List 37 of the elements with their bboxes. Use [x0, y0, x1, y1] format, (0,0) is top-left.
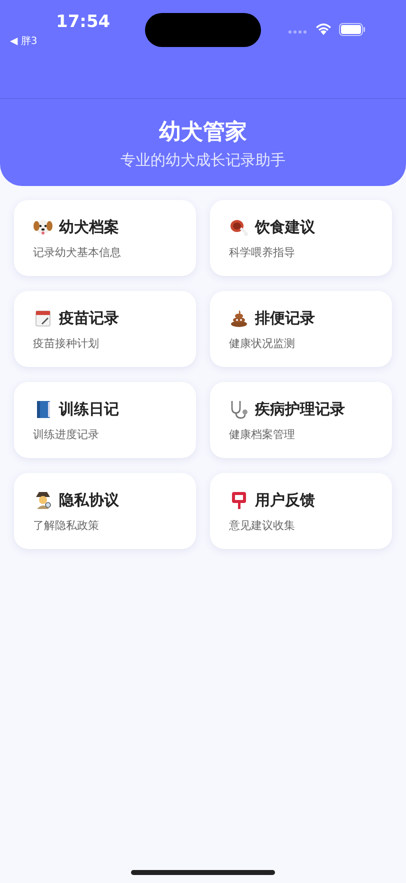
card-title: 疫苗记录: [59, 308, 119, 328]
battery-icon: [339, 23, 366, 36]
card-subtitle: 健康状况监测: [229, 336, 296, 351]
card-title: 隐私协议: [59, 490, 119, 510]
dog-icon: [33, 217, 53, 237]
card-subtitle: 训练进度记录: [33, 427, 100, 442]
card-subtitle: 记录幼犬基本信息: [33, 245, 122, 260]
card-subtitle: 疫苗接种计划: [33, 336, 100, 351]
detective-icon: [33, 490, 53, 510]
meat-icon: [229, 217, 249, 237]
card-subtitle: 了解隐私政策: [33, 518, 100, 533]
menu-card[interactable]: 疫苗记录 疫苗接种计划: [14, 291, 196, 367]
signal-icon: [288, 30, 308, 34]
card-title: 排便记录: [255, 308, 315, 328]
calendar-icon: [33, 308, 53, 328]
menu-card[interactable]: 用户反馈 意见建议收集: [210, 473, 392, 549]
card-title: 幼犬档案: [59, 218, 119, 236]
menu-card[interactable]: 幼犬档案 记录幼犬基本信息: [14, 200, 196, 276]
card-title: 疾病护理记录: [255, 400, 345, 418]
card-subtitle: 健康档案管理: [229, 427, 296, 442]
menu-card[interactable]: 训练日记 训练进度记录: [14, 382, 196, 458]
card-title: 训练日记: [59, 400, 119, 418]
wifi-icon: [315, 22, 332, 35]
menu-card[interactable]: 隐私协议 了解隐私政策: [14, 473, 196, 549]
menu-card[interactable]: 疾病护理记录 健康档案管理: [210, 382, 392, 458]
card-subtitle: 科学喂养指导: [229, 245, 296, 260]
stethoscope-icon: [229, 399, 249, 419]
card-title: 用户反馈: [255, 490, 315, 510]
app-subtitle: 专业的幼犬成长记录助手: [120, 151, 286, 170]
status-time: 17:54: [56, 12, 110, 32]
back-to-app-link[interactable]: ◀ 胖3: [10, 34, 38, 48]
card-title: 饮食建议: [255, 218, 315, 236]
poop-icon: [229, 308, 249, 328]
app-title: 幼犬管家: [159, 118, 247, 147]
menu-card[interactable]: 排便记录 健康状况监测: [210, 291, 392, 367]
menu-card[interactable]: 饮食建议 科学喂养指导: [210, 200, 392, 276]
card-subtitle: 意见建议收集: [229, 518, 296, 533]
